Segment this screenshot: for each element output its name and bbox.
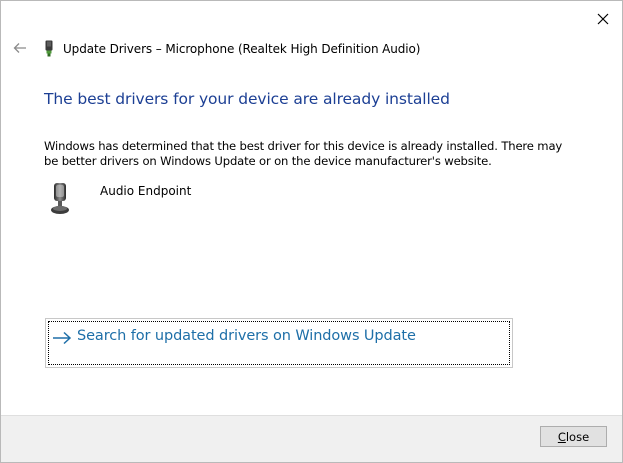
microphone-icon xyxy=(51,183,69,214)
description-text: Windows has determined that the best dri… xyxy=(44,139,563,168)
right-arrow-icon xyxy=(53,331,72,345)
back-arrow-icon xyxy=(13,43,26,53)
dialog-footer: Close xyxy=(1,415,622,462)
device-manager-icon xyxy=(45,40,53,57)
window-close-button[interactable] xyxy=(590,7,616,31)
device-name: Audio Endpoint xyxy=(100,184,192,198)
window-title: Update Drivers – Microphone (Realtek Hig… xyxy=(63,42,421,56)
search-windows-update-link[interactable]: Search for updated drivers on Windows Up… xyxy=(45,318,513,368)
update-drivers-window: Update Drivers – Microphone (Realtek Hig… xyxy=(0,0,623,463)
close-button-label: lose xyxy=(565,429,590,444)
search-windows-update-label[interactable]: Search for updated drivers on Windows Up… xyxy=(77,328,416,344)
page-heading: The best drivers for your device are alr… xyxy=(44,90,450,108)
close-x-icon xyxy=(597,13,609,25)
close-button[interactable]: Close xyxy=(540,426,607,447)
back-button[interactable] xyxy=(10,38,30,58)
close-button-mnemonic: C xyxy=(557,429,566,444)
